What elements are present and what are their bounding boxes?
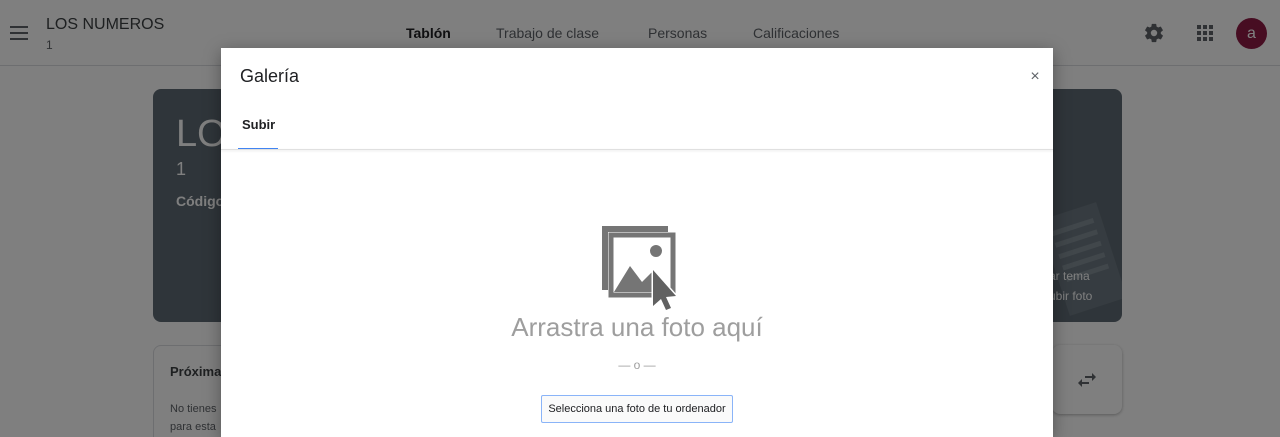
close-icon: ×: [1030, 68, 1040, 85]
dialog-title: Galería: [240, 66, 300, 86]
image-upload-icon: [602, 226, 676, 312]
dialog-divider: [221, 149, 1053, 150]
gallery-dialog: Galería × Subir Arrastra una foto aquí —…: [221, 48, 1053, 437]
select-photo-button[interactable]: Selecciona una foto de tu ordenador: [541, 395, 733, 423]
tab-subir-label: Subir: [242, 117, 276, 132]
or-separator: — o —: [618, 358, 656, 372]
tab-subir[interactable]: Subir: [238, 105, 278, 150]
drop-zone-text: Arrastra una foto aquí: [511, 312, 763, 342]
close-button[interactable]: ×: [1025, 67, 1045, 87]
